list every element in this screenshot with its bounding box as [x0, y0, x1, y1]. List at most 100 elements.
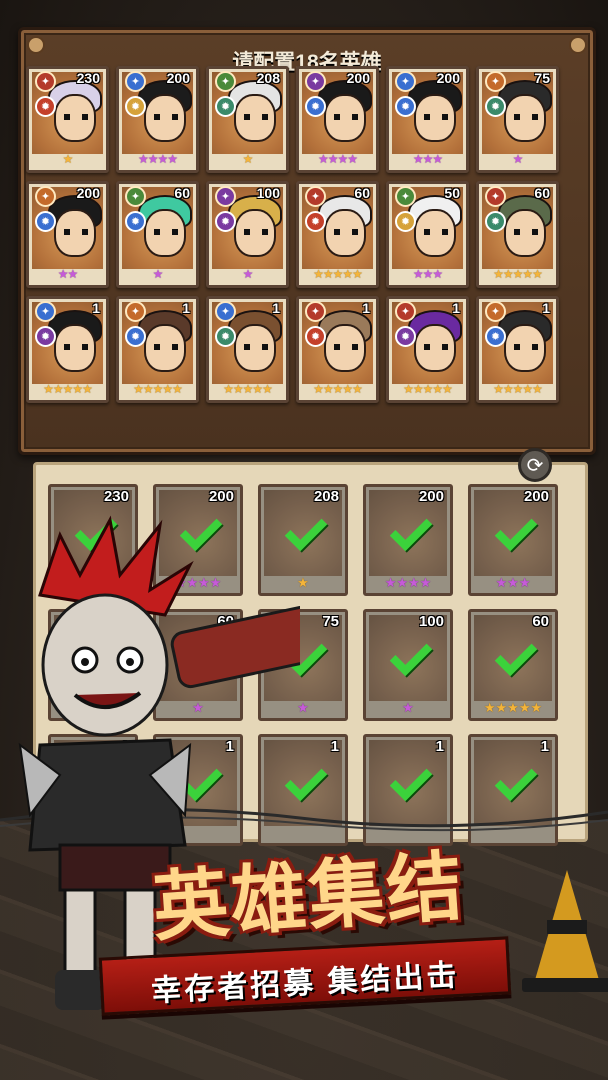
hero-level: 1 [540, 738, 549, 755]
class-icon: ✦ [485, 186, 506, 207]
hero-level: 208 [256, 70, 280, 86]
hero-stars: ★★★★★ [483, 701, 543, 716]
element-icon: ✹ [35, 211, 56, 232]
class-icon: ✦ [395, 301, 416, 322]
hero-eyes [514, 229, 538, 235]
element-icon: ✹ [125, 211, 146, 232]
hero-level: 75 [322, 613, 339, 630]
hero-card[interactable]: ✦ ✹ 1 ★★★★★ [116, 296, 199, 403]
hero-stars: ★★★ [495, 576, 531, 591]
hero-stars: ★★ [57, 267, 79, 281]
hero-card[interactable]: ✦ ✹ 200 ★★★★ [116, 66, 199, 173]
element-icon: ✹ [125, 96, 146, 117]
hero-card[interactable]: ✦ ✹ 1 ★★★★★ [476, 296, 559, 403]
hero-level: 1 [542, 300, 550, 316]
hero-stars: ★ [242, 152, 254, 166]
hero-stars: ★★★★★ [403, 382, 453, 396]
element-icon: ✹ [305, 211, 326, 232]
hero-card[interactable]: ✦ ✹ 60 ★ [116, 181, 199, 288]
hero-level: 60 [174, 185, 190, 201]
hero-card[interactable]: ✦ ✹ 1 ★★★★★ [296, 296, 379, 403]
hero-level: 60 [534, 185, 550, 201]
hero-card[interactable]: ✦ ✹ 100 ★ [206, 181, 289, 288]
hero-eyes [424, 344, 448, 350]
hero-level: 1 [272, 300, 280, 316]
hero-stars: ★★★★★ [223, 382, 273, 396]
hero-card[interactable]: ✦ ✹ 60 ★★★★★ [476, 181, 559, 288]
hero-card[interactable]: ✦ ✹ 1 ★★★★★ [206, 296, 289, 403]
element-icon: ✹ [395, 211, 416, 232]
element-icon: ✹ [35, 326, 56, 347]
refresh-icon: ⟳ [526, 453, 544, 477]
hero-eyes [334, 344, 358, 350]
class-icon: ✦ [305, 71, 326, 92]
hero-level: 100 [418, 613, 444, 630]
hero-card[interactable]: ✦ ✹ 208 ★ [206, 66, 289, 173]
class-icon: ✦ [125, 71, 146, 92]
hero-card[interactable]: ✦ ✹ 200 ★★★ [386, 66, 469, 173]
class-icon: ✦ [395, 186, 416, 207]
hero-card[interactable]: ✦ ✹ 75 ★ [476, 66, 559, 173]
hero-eyes [154, 344, 178, 350]
refresh-button[interactable]: ⟳ [518, 448, 552, 482]
hero-card[interactable]: ✦ ✹ 1 ★★★★★ [386, 296, 469, 403]
hero-eyes [154, 229, 178, 235]
hero-level: 1 [435, 738, 444, 755]
class-icon: ✦ [485, 301, 506, 322]
hero-level: 1 [92, 300, 100, 316]
hero-stars: ★★★★★ [493, 382, 543, 396]
roster-hero-card[interactable]: 200 ★★★★ [363, 484, 453, 596]
element-icon: ✹ [215, 211, 236, 232]
hero-level: 200 [208, 488, 234, 505]
hero-eyes [424, 114, 448, 120]
hero-card[interactable]: ✦ ✹ 50 ★★★ [386, 181, 469, 288]
roster-hero-card[interactable]: 200 ★★★ [468, 484, 558, 596]
hero-level: 200 [436, 70, 460, 86]
hero-card[interactable]: ✦ ✹ 60 ★★★★★ [296, 181, 379, 288]
hero-card[interactable]: ✦ ✹ 1 ★★★★★ [26, 296, 109, 403]
hero-eyes [244, 229, 268, 235]
hero-card[interactable]: ✦ ✹ 230 ★ [26, 66, 109, 173]
class-icon: ✦ [215, 186, 236, 207]
hero-eyes [64, 114, 88, 120]
hero-stars: ★★★★★ [313, 382, 363, 396]
class-icon: ✦ [125, 301, 146, 322]
promo-banner: 英雄集结 幸存者招募 集结出击 [90, 835, 520, 1035]
element-icon: ✹ [215, 326, 236, 347]
hero-level: 230 [76, 70, 100, 86]
class-icon: ✦ [35, 186, 56, 207]
hero-stars: ★★★★ [137, 152, 178, 166]
hero-stars: ★ [152, 267, 164, 281]
roster-hero-card[interactable]: 100 ★ [363, 609, 453, 721]
hero-level: 200 [523, 488, 549, 505]
banner-subtitle: 幸存者招募 集结出击 [150, 958, 461, 1009]
element-icon: ✹ [395, 326, 416, 347]
cone-base [522, 978, 608, 992]
hero-card[interactable]: ✦ ✹ 200 ★★ [26, 181, 109, 288]
roster-hero-card[interactable]: 60 ★★★★★ [468, 609, 558, 721]
hero-eyes [334, 229, 358, 235]
hero-eyes [514, 344, 538, 350]
hero-stars: ★★★★★ [493, 267, 543, 281]
hero-card[interactable]: ✦ ✹ 200 ★★★★ [296, 66, 379, 173]
hero-level: 50 [444, 185, 460, 201]
class-icon: ✦ [215, 301, 236, 322]
class-icon: ✦ [125, 186, 146, 207]
element-icon: ✹ [485, 211, 506, 232]
hero-level: 1 [182, 300, 190, 316]
hero-level: 1 [452, 300, 460, 316]
element-icon: ✹ [395, 96, 416, 117]
hero-eyes [424, 229, 448, 235]
element-icon: ✹ [485, 96, 506, 117]
hero-stars: ★★★★ [317, 152, 358, 166]
class-icon: ✦ [485, 71, 506, 92]
hero-stars: ★ [402, 701, 414, 716]
element-icon: ✹ [485, 326, 506, 347]
cone-stripe [547, 920, 587, 934]
hero-stars: ★★★ [412, 267, 443, 281]
hero-stars: ★★★ [412, 152, 443, 166]
hero-level: 1 [330, 738, 339, 755]
hero-level: 60 [532, 613, 549, 630]
hero-stars: ★★★★★ [133, 382, 183, 396]
class-icon: ✦ [35, 71, 56, 92]
